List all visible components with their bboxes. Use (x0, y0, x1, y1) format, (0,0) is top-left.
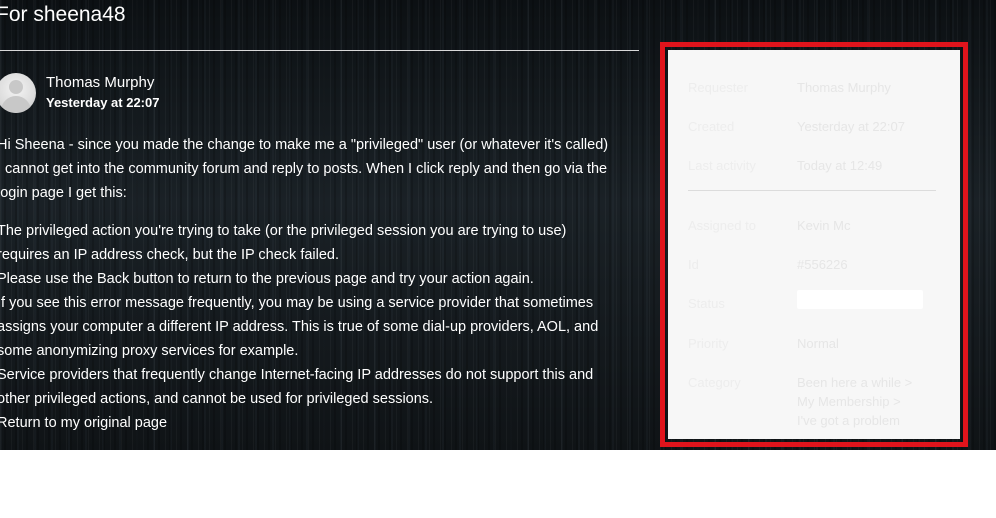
page-title: For sheena48 (0, 3, 126, 26)
blank-area (0, 450, 996, 518)
comment-line: other privileged actions, and cannot be … (0, 391, 434, 407)
comment-line: requires an IP address check, but the IP… (0, 247, 340, 263)
created-label: Created (688, 119, 735, 134)
created-value: Yesterday at 22:07 (797, 119, 905, 134)
highlight-frame: Requester Thomas Murphy Created Yesterda… (660, 42, 968, 447)
title-divider (0, 50, 639, 51)
assigned-value[interactable]: Kevin Mc (797, 216, 850, 235)
requester-value[interactable]: Thomas Murphy (797, 78, 891, 97)
avatar[interactable] (0, 73, 36, 113)
category-item[interactable]: Been here a while > (797, 373, 912, 392)
comment-line: The privileged action you're trying to t… (0, 223, 567, 239)
comment-line: Return to my original page (0, 415, 168, 431)
comment-line: some anonymizing proxy services for exam… (0, 343, 299, 359)
assigned-label: Assigned to (688, 218, 756, 233)
comment-line: login page I get this: (0, 185, 127, 201)
comment-line: I cannot get into the community forum an… (0, 161, 608, 177)
status-label: Status (688, 296, 725, 311)
comment-line: Hi Sheena - since you made the change to… (0, 137, 609, 153)
comment-author[interactable]: Thomas Murphy (46, 74, 154, 92)
priority-value: Normal (797, 336, 839, 351)
priority-label: Priority (688, 336, 729, 351)
comment-line: Service providers that frequently change… (0, 367, 594, 383)
comment-paragraph: Hi Sheena - since you made the change to… (0, 133, 622, 205)
comment-line: If you see this error message frequently… (0, 295, 594, 311)
ticket-properties-panel: Requester Thomas Murphy Created Yesterda… (668, 50, 960, 439)
properties-divider (688, 190, 936, 191)
comment-body: Hi Sheena - since you made the change to… (0, 133, 622, 435)
comment-line: assigns your computer a different IP add… (0, 319, 599, 335)
category-item[interactable]: My Membership > (797, 392, 901, 411)
id-value: #556226 (797, 257, 848, 272)
comment-paragraph: The privileged action you're trying to t… (0, 219, 622, 435)
last-activity-value: Today at 12:49 (797, 158, 883, 173)
avatar-head-shape (9, 80, 23, 94)
category-label: Category (688, 375, 741, 390)
avatar-body-shape (1, 96, 31, 113)
id-label: Id (688, 257, 699, 272)
requester-label: Requester (688, 80, 748, 95)
ticket-page: For sheena48 Thomas Murphy Yesterday at … (0, 0, 996, 450)
comment-time: Yesterday at 22:07 (46, 95, 160, 110)
status-badge (797, 290, 923, 309)
category-item[interactable]: I've got a problem (797, 411, 900, 430)
last-activity-label: Last activity (688, 158, 756, 173)
comment-line: Please use the Back button to return to … (0, 271, 534, 287)
